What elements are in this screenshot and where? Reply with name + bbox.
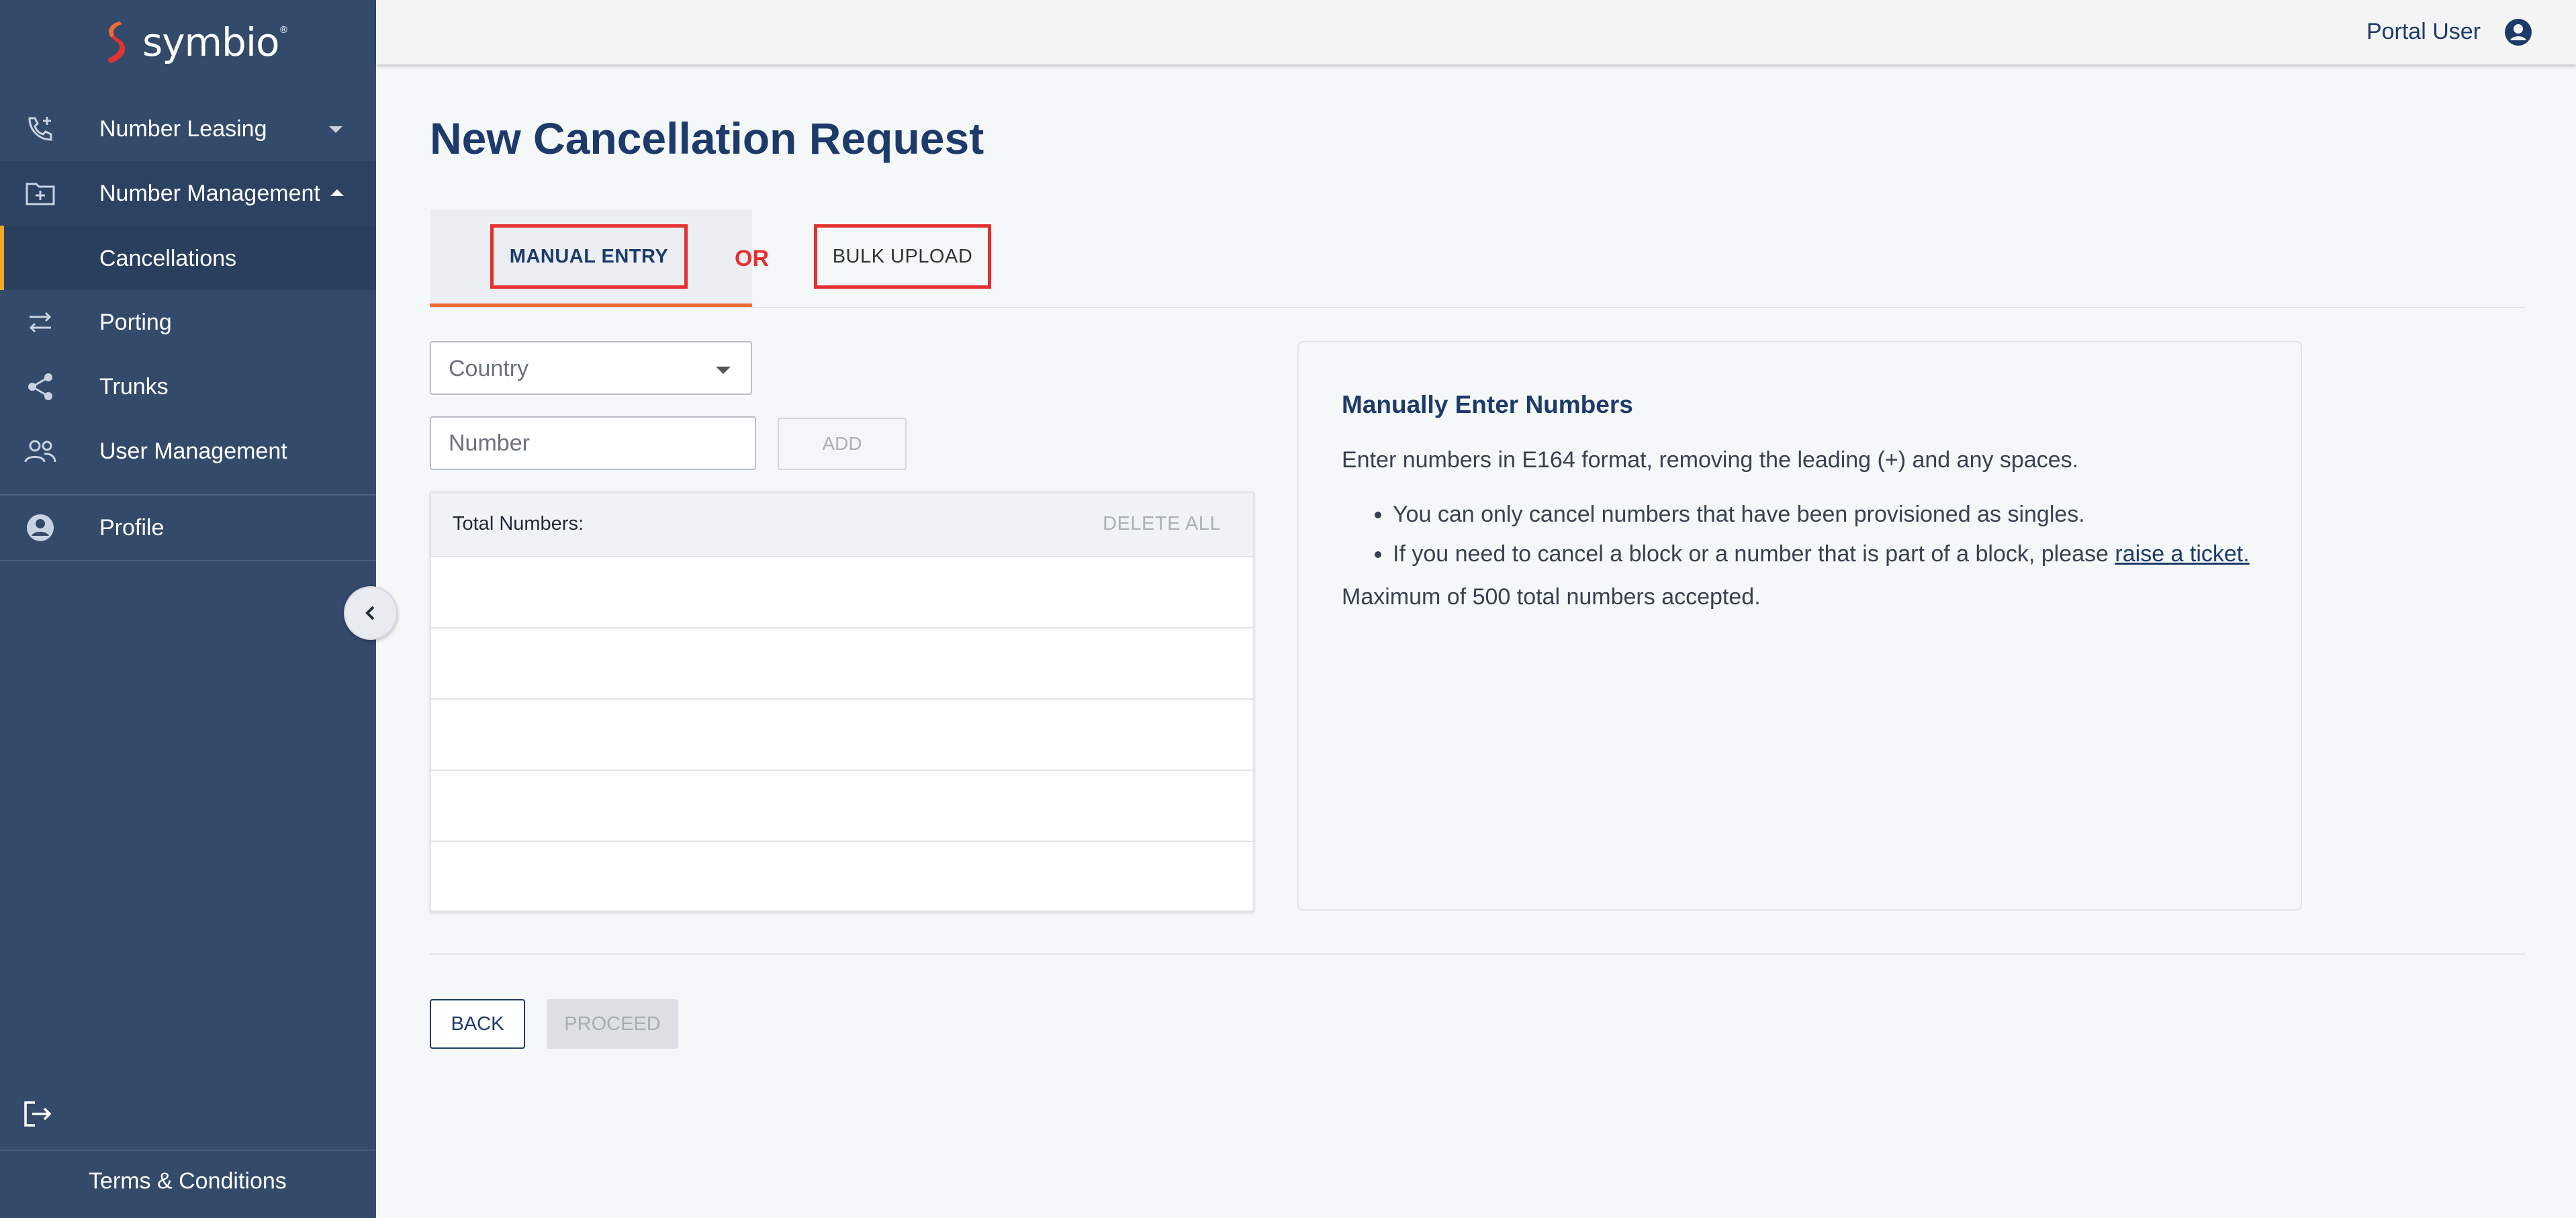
instructions-bullet: You can only cancel numbers that have be… [1393,501,2250,528]
table-row [431,700,1253,771]
table-row [431,628,1253,700]
folder-plus-icon [26,183,55,205]
share-nodes-icon [28,373,52,400]
tab-bulk-upload[interactable]: BULK UPLOAD [814,224,991,289]
page-title: New Cancellation Request [430,113,984,163]
symbio-logo[interactable]: symbio® [99,19,288,66]
collapse-sidebar-button[interactable] [344,586,398,640]
tabs-divider [430,307,2525,308]
instructions-bullet-text: If you need to cancel a block or a numbe… [1393,541,2115,567]
table-row [431,771,1253,842]
instructions-title: Manually Enter Numbers [1342,391,1633,418]
instructions-bullet: If you need to cancel a block or a numbe… [1393,541,2250,568]
proceed-button[interactable]: PROCEED [547,999,678,1049]
country-select[interactable]: Country [430,341,752,395]
phone-plus-icon [28,117,52,141]
sidebar-item-label: Number Management [99,180,320,206]
sidebar-item-label: Porting [99,309,172,335]
max-numbers-note: Maximum of 500 total numbers accepted. [1342,584,1761,610]
sidebar-item-profile[interactable]: Profile [0,496,376,560]
symbio-logo-mark-icon [107,21,126,63]
sidebar-subitem-cancellations[interactable]: Cancellations [0,226,376,290]
back-button[interactable]: BACK [430,999,525,1049]
raise-ticket-link[interactable]: raise a ticket. [2115,541,2249,567]
terms-and-conditions-link[interactable]: Terms & Conditions [89,1168,287,1194]
footer-divider [430,953,2525,955]
chevron-down-icon [716,367,731,374]
sidebar-subitem-label: Cancellations [99,246,237,271]
country-select-placeholder: Country [449,356,529,381]
sidebar-item-number-leasing[interactable]: Number Leasing [0,97,376,161]
terms-footer: Terms & Conditions [0,1150,376,1218]
brand-name: symbio® [142,19,288,65]
users-icon [24,440,56,463]
numbers-table-header: Total Numbers: DELETE ALL [431,493,1253,557]
numbers-table: Total Numbers: DELETE ALL [430,491,1254,912]
logout-icon[interactable] [20,1097,54,1131]
instructions-list: You can only cancel numbers that have be… [1393,501,2250,580]
sidebar-item-label: Trunks [99,373,169,400]
chevron-down-icon [329,126,342,133]
instructions-intro: Enter numbers in E164 format, removing t… [1342,447,2079,473]
sidebar-item-user-management[interactable]: User Management [0,419,376,483]
chevron-left-icon [365,606,375,620]
number-input[interactable] [430,416,756,470]
tab-manual-entry[interactable]: MANUAL ENTRY [490,224,688,289]
sidebar-item-label: Profile [99,514,165,541]
sidebar-item-porting[interactable]: Porting [0,290,376,355]
sidebar-item-trunks[interactable]: Trunks [0,355,376,419]
table-row [431,557,1253,628]
tab-separator-or: OR [735,246,769,271]
user-circle-icon [27,514,54,541]
sidebar-item-label: Number Leasing [99,115,267,142]
table-row [431,842,1253,913]
sidebar-item-number-management[interactable]: Number Management [0,161,376,226]
add-number-button[interactable]: ADD [778,418,907,470]
chevron-up-icon [330,189,344,196]
user-name[interactable]: Portal User [2366,19,2481,45]
sidebar-item-label: User Management [99,438,287,464]
swap-arrows-icon [29,312,52,333]
total-numbers-label: Total Numbers: [453,513,584,534]
sidebar: symbio® Number Leasing Number Management… [0,0,376,1218]
user-circle-icon[interactable] [2503,17,2533,47]
top-bar: Portal User [376,0,2576,64]
delete-all-button[interactable]: DELETE ALL [1103,513,1221,535]
nav-divider [0,560,376,561]
instructions-panel: Manually Enter Numbers Enter numbers in … [1297,341,2302,910]
